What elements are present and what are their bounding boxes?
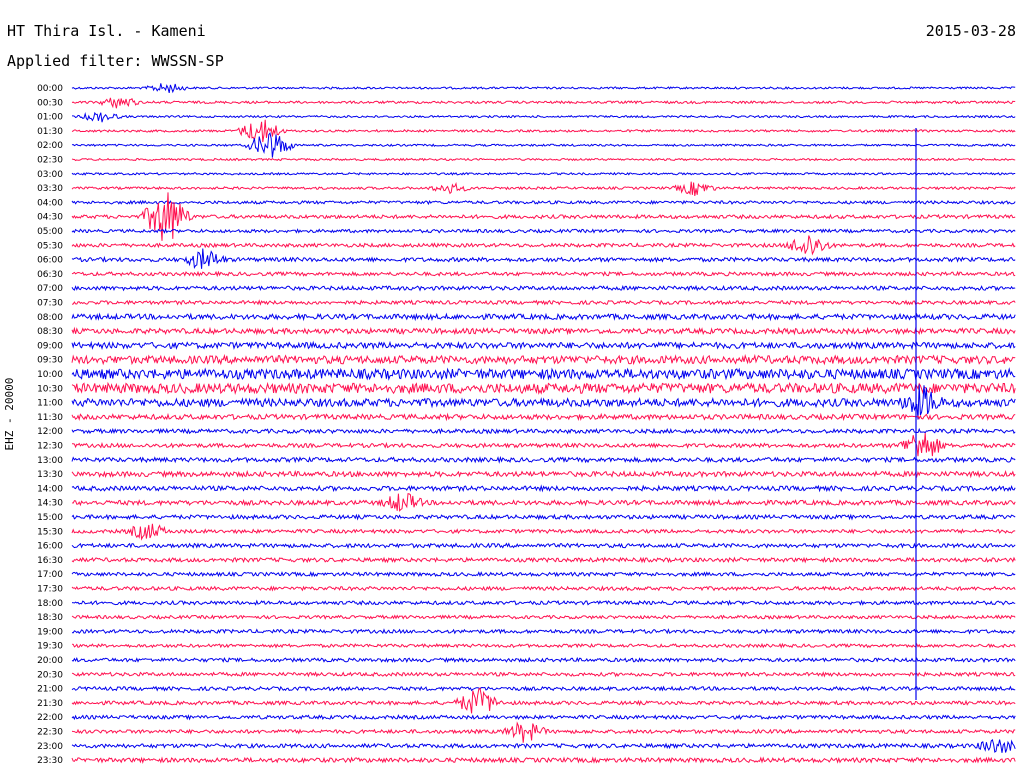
hour-tick-label: 15:30 <box>37 527 63 537</box>
hour-tick-label: 15:00 <box>37 513 63 523</box>
seismic-trace <box>71 192 1016 241</box>
seismic-trace <box>71 171 1016 176</box>
hour-tick-label: 23:30 <box>37 756 63 766</box>
hour-tick-label: 14:30 <box>37 499 63 509</box>
seismic-trace <box>71 412 1016 422</box>
seismic-trace <box>71 199 1016 206</box>
seismic-trace <box>71 687 1016 714</box>
hour-tick-label: 05:00 <box>37 227 63 237</box>
hour-tick-label: 03:30 <box>37 184 63 194</box>
hour-tick-label: 04:00 <box>37 198 63 208</box>
seismic-trace <box>71 721 1016 743</box>
seismic-trace <box>71 119 1016 143</box>
seismic-trace <box>71 367 1016 381</box>
hour-tick-label: 17:30 <box>37 585 63 595</box>
seismic-trace <box>71 685 1016 692</box>
seismic-trace <box>71 353 1016 366</box>
seismic-trace <box>71 131 1016 158</box>
hour-tick-label: 06:00 <box>37 256 63 266</box>
hour-tick-label: 16:30 <box>37 556 63 566</box>
hour-tick-label: 03:00 <box>37 170 63 180</box>
hour-tick-label: 23:00 <box>37 742 63 752</box>
hour-tick-label: 00:30 <box>37 98 63 108</box>
hour-tick-label: 18:00 <box>37 599 63 609</box>
hour-tick-label: 20:30 <box>37 670 63 680</box>
seismic-trace <box>71 571 1016 578</box>
hour-tick-label: 02:30 <box>37 156 63 166</box>
hour-tick-label: 09:00 <box>37 341 63 351</box>
seismic-trace <box>71 312 1016 322</box>
hour-tick-label: 10:30 <box>37 384 63 394</box>
hour-tick-label: 04:30 <box>37 213 63 223</box>
hour-tick-label: 13:00 <box>37 456 63 466</box>
seismic-trace <box>71 235 1016 256</box>
seismic-trace <box>71 228 1016 234</box>
hour-tick-label: 12:30 <box>37 442 63 452</box>
hour-tick-label: 22:00 <box>37 713 63 723</box>
seismic-trace <box>71 585 1016 592</box>
hour-tick-label: 11:30 <box>37 413 63 423</box>
seismic-trace <box>71 248 1016 269</box>
seismic-trace <box>71 738 1016 753</box>
hour-tick-label: 16:00 <box>37 542 63 552</box>
hour-tick-label: 05:30 <box>37 241 63 251</box>
seismic-trace <box>71 455 1016 464</box>
seismic-trace <box>71 181 1016 196</box>
seismic-trace <box>71 523 1016 541</box>
hour-tick-label: 19:00 <box>37 627 63 637</box>
seismic-trace <box>71 97 1016 109</box>
hour-tick-label: 22:30 <box>37 728 63 738</box>
seismic-trace <box>71 284 1016 292</box>
seismic-trace <box>72 111 1016 123</box>
hour-tick-label: 20:00 <box>37 656 63 666</box>
seismic-trace <box>71 484 1016 493</box>
seismogram-plot: 00:00 00:30 01:00 01:30 02:00 02:30 03:00 03:30… <box>37 83 1016 766</box>
hour-tick-label: 01:30 <box>37 127 63 137</box>
seismic-trace <box>71 656 1016 664</box>
seismic-trace <box>71 556 1016 564</box>
hour-tick-label: 14:00 <box>37 484 63 494</box>
hour-tick-label: 02:00 <box>37 141 63 151</box>
seismic-trace <box>71 614 1016 620</box>
hour-tick-label: 06:30 <box>37 270 63 280</box>
seismic-trace <box>71 270 1016 278</box>
seismic-trace <box>71 642 1016 649</box>
seismic-trace <box>71 513 1016 521</box>
seismic-trace <box>71 299 1016 306</box>
seismic-trace <box>71 628 1016 635</box>
seismic-trace <box>71 714 1016 721</box>
seismic-trace <box>71 671 1016 678</box>
hour-tick-label: 13:30 <box>37 470 63 480</box>
hour-tick-label: 09:30 <box>37 356 63 366</box>
hour-tick-label: 11:00 <box>37 399 63 409</box>
hour-tick-label: 10:00 <box>37 370 63 380</box>
seismic-trace <box>71 542 1016 549</box>
seismic-trace <box>71 756 1016 764</box>
hour-tick-label: 01:00 <box>37 113 63 123</box>
seismic-trace <box>71 427 1016 435</box>
seismic-trace <box>71 157 1016 162</box>
hour-tick-label: 07:30 <box>37 299 63 309</box>
seismic-trace <box>71 469 1016 479</box>
hour-tick-label: 00:00 <box>37 84 63 94</box>
hour-tick-label: 21:30 <box>37 699 63 709</box>
hour-tick-label: 08:00 <box>37 313 63 323</box>
seismic-trace <box>71 493 1016 512</box>
seismic-trace <box>71 326 1016 336</box>
seismic-trace <box>71 381 1016 396</box>
seismic-trace <box>71 599 1016 607</box>
seismic-trace <box>71 83 1016 94</box>
hour-tick-label: 19:30 <box>37 642 63 652</box>
hour-tick-label: 08:30 <box>37 327 63 337</box>
hour-tick-label: 12:00 <box>37 427 63 437</box>
hour-tick-label: 18:30 <box>37 613 63 623</box>
hour-tick-label: 21:00 <box>37 685 63 695</box>
seismic-trace <box>71 340 1016 351</box>
seismic-trace <box>72 432 1016 457</box>
hour-tick-label: 07:00 <box>37 284 63 294</box>
hour-tick-label: 17:00 <box>37 570 63 580</box>
